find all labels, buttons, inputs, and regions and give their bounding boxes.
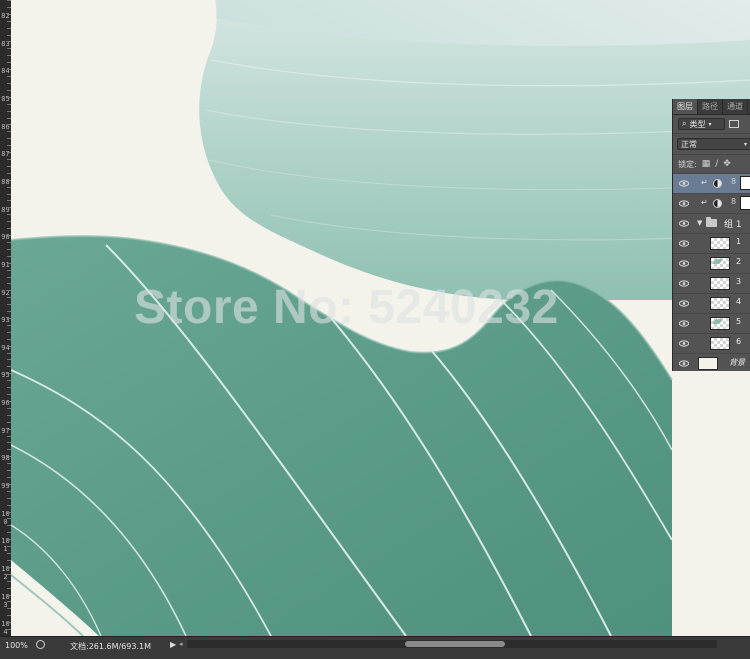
layer-row-background[interactable]: 背景 [673, 354, 750, 371]
layer-thumbnail [710, 237, 730, 250]
layer-mask-thumbnail[interactable] [740, 196, 750, 210]
lock-transparency-icon[interactable]: ▦ [702, 159, 711, 169]
layer-row-adjustment-2[interactable]: ↵ 8 [673, 194, 750, 214]
status-bar: 100% 文档:261.6M/693.1M ▶ ◂ [0, 636, 750, 659]
layer-name: 2 [736, 257, 742, 266]
layer-mask-thumbnail[interactable] [740, 176, 750, 190]
lock-brush-icon[interactable]: ∕ [715, 159, 718, 169]
clipping-arrow-icon: ↵ [701, 198, 708, 207]
document-size: 文档:261.6M/693.1M [70, 642, 151, 651]
chevron-down-icon: ▾ [743, 140, 747, 148]
layer-row-1[interactable]: 1 [673, 234, 750, 254]
document-info-icon[interactable] [36, 640, 45, 649]
upper-leaf [199, 0, 750, 300]
blend-mode-row: 正常 ▾ [673, 134, 750, 155]
visibility-eye-icon[interactable] [679, 259, 689, 268]
visibility-eye-icon[interactable] [679, 299, 689, 308]
chain-link-icon[interactable]: 8 [731, 177, 736, 186]
visibility-eye-icon[interactable] [679, 279, 689, 288]
layer-name: 背景 [729, 358, 745, 367]
tab-paths[interactable]: 路径 [698, 99, 723, 114]
tab-layers[interactable]: 图层 [673, 99, 698, 114]
lock-move-icon[interactable]: ✥ [723, 159, 731, 169]
scroll-left-arrow-icon[interactable]: ◂ [179, 640, 183, 648]
layer-thumbnail [698, 357, 718, 370]
panel-tab-strip: 图层 路径 通道 [673, 99, 750, 115]
visibility-eye-icon[interactable] [679, 179, 689, 188]
layer-row-5[interactable]: 5 [673, 314, 750, 334]
status-menu-arrow-icon[interactable]: ▶ [170, 640, 176, 649]
scrollbar-thumb[interactable] [405, 641, 505, 647]
visibility-eye-icon[interactable] [679, 359, 689, 368]
filter-kind-label: 类型 [689, 119, 706, 129]
visibility-eye-icon[interactable] [679, 339, 689, 348]
lock-label: 锁定: [678, 159, 697, 169]
layer-thumbnail [710, 297, 730, 310]
layer-name: 1 [736, 237, 742, 246]
group-name: 组 1 [724, 220, 742, 230]
clipping-arrow-icon: ↵ [701, 178, 708, 187]
image-filter-icon[interactable] [729, 120, 739, 128]
zoom-level[interactable]: 100% [5, 641, 28, 650]
layer-name: 5 [736, 317, 742, 326]
chain-link-icon[interactable]: 8 [731, 197, 736, 206]
adjustment-layer-icon [713, 179, 722, 188]
visibility-eye-icon[interactable] [679, 219, 689, 228]
layers-panel[interactable]: 图层 路径 通道 ⌕ 类型 ▾ 正常 ▾ 锁定: ▦ ∕ ✥ ↵ 8 ↵ 8 ▼… [672, 99, 750, 371]
visibility-eye-icon[interactable] [679, 239, 689, 248]
layer-row-3[interactable]: 3 [673, 274, 750, 294]
layer-name: 6 [736, 337, 742, 346]
visibility-eye-icon[interactable] [679, 319, 689, 328]
document-canvas[interactable]: Store No: 5240232 [11, 0, 750, 636]
horizontal-scrollbar[interactable] [187, 640, 717, 648]
filter-kind-dropdown[interactable]: ⌕ 类型 ▾ [678, 118, 725, 130]
tab-channels[interactable]: 通道 [723, 99, 748, 114]
visibility-eye-icon[interactable] [679, 199, 689, 208]
blend-mode-dropdown[interactable]: 正常 ▾ [677, 138, 750, 150]
watermark-text: Store No: 5240232 [134, 281, 559, 334]
search-icon: ⌕ [682, 119, 687, 128]
layer-row-4[interactable]: 4 [673, 294, 750, 314]
photoshop-workspace: 82 83 84 85 86 87 88 89 90 91 92 93 94 95 96 97 98 99 100 1… [0, 0, 750, 659]
layer-group-row[interactable]: ▼ 组 1 [673, 214, 750, 234]
expand-triangle-icon[interactable]: ▼ [697, 219, 702, 227]
layer-row-2[interactable]: 2 [673, 254, 750, 274]
folder-icon [706, 217, 717, 227]
layer-thumbnail [710, 337, 730, 350]
chevron-down-icon: ▾ [708, 120, 712, 128]
blend-mode-label: 正常 [681, 139, 697, 149]
layer-row-adjustment-1[interactable]: ↵ 8 [673, 174, 750, 194]
adjustment-layer-icon [713, 199, 722, 208]
layer-row-6[interactable]: 6 [673, 334, 750, 354]
layer-filter-row: ⌕ 类型 ▾ [673, 115, 750, 134]
layer-thumbnail [710, 277, 730, 290]
layer-name: 4 [736, 297, 742, 306]
lock-row: 锁定: ▦ ∕ ✥ [673, 155, 750, 174]
layer-name: 3 [736, 277, 742, 286]
